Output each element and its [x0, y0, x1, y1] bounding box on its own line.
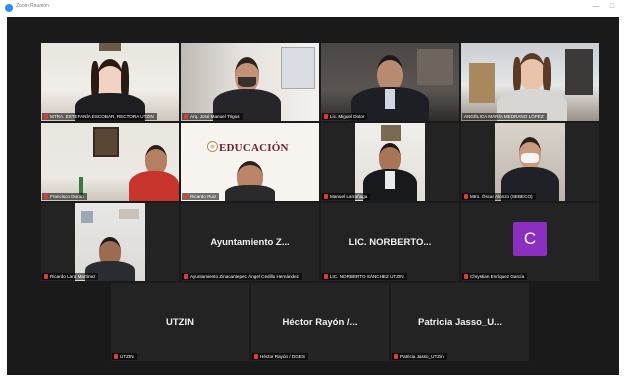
participant-name-label: Manuel Larrañaga [322, 193, 371, 200]
participant-display-name: Patricia Jasso_U... [418, 317, 502, 329]
participant-name-label: UTZIN [112, 353, 137, 360]
video-tile-4[interactable]: ANGÉLICA MARÍA MEDRANO LÓPEZ [461, 43, 599, 121]
mic-muted-icon [464, 273, 468, 279]
participant-name-label: Ricardo Lara Martínez [42, 273, 99, 280]
mic-muted-icon [184, 273, 188, 279]
participant-name-label: Mtro. Óscar Alonzo (SEBECO) [462, 193, 536, 200]
participant-display-name: Ayuntamiento Z... [210, 237, 290, 249]
participant-name-label: Ayuntamiento Zinacantepec Ángel Cedillo … [182, 273, 302, 280]
participant-name-label: Patricia Jasso_UTZin [392, 353, 447, 360]
video-tile-9[interactable]: Ricardo Lara Martínez [41, 203, 179, 281]
video-tile-6[interactable]: EDUCACIÓN Ricardo Ruiz [181, 123, 319, 201]
mic-muted-icon [184, 193, 188, 199]
video-tile-15[interactable]: Patricia Jasso_U... Patricia Jasso_UTZin [391, 283, 529, 361]
mic-muted-icon [324, 113, 328, 119]
mic-muted-icon [44, 193, 48, 199]
participant-name-label: Lic. Miguel Dotor [322, 113, 368, 120]
mic-muted-icon [44, 273, 48, 279]
mic-muted-icon [254, 353, 258, 359]
maximize-button[interactable]: □ [606, 2, 618, 12]
gallery-view: MTRA. ESTEFANÍA ESCOBAR, RECTORA UTZIN A… [7, 17, 619, 375]
video-tile-8[interactable]: Mtro. Óscar Alonzo (SEBECO) [461, 123, 599, 201]
window-title: Zoom Reunión [16, 3, 49, 9]
mic-muted-icon [114, 353, 118, 359]
participant-name-label: Héctor Rayón / DGES [252, 353, 308, 360]
background-text: EDUCACIÓN [219, 142, 289, 154]
participant-name-label: LIC. NORBERTO SÁNCHEZ UTZIN [322, 273, 407, 280]
minimize-button[interactable]: — [590, 2, 602, 12]
video-tile-7[interactable]: Manuel Larrañaga [321, 123, 459, 201]
mic-muted-icon [394, 353, 398, 359]
zoom-app-icon [5, 4, 13, 12]
participant-name-label: Ricardo Ruiz [182, 193, 220, 200]
participant-avatar: C [513, 221, 547, 256]
video-tile-3[interactable]: Lic. Miguel Dotor [321, 43, 459, 121]
video-tile-12[interactable]: C Chrystian Enríquez García [461, 203, 599, 281]
sep-logo-icon [207, 141, 218, 152]
video-tile-11[interactable]: LIC. NORBERTO... LIC. NORBERTO SÁNCHEZ U… [321, 203, 459, 281]
zoom-window: Zoom Reunión — □ MTRA. ESTEFANÍA ESCOBAR… [0, 0, 626, 382]
mic-muted-icon [324, 193, 328, 199]
mic-muted-icon [324, 273, 328, 279]
participant-name-label: Chrystian Enríquez García [462, 273, 528, 280]
participant-display-name: UTZIN [166, 317, 194, 329]
video-tile-5[interactable]: Francisco Durán [41, 123, 179, 201]
participant-name-label: MTRA. ESTEFANÍA ESCOBAR, RECTORA UTZIN [42, 113, 157, 120]
mic-muted-icon [464, 193, 468, 199]
title-bar: Zoom Reunión — □ [0, 0, 626, 16]
video-tile-10[interactable]: Ayuntamiento Z... Ayuntamiento Zinacante… [181, 203, 319, 281]
participant-name-label: Arq. José Manuel Trigos [182, 113, 243, 120]
video-tile-13[interactable]: UTZIN UTZIN [111, 283, 249, 361]
participant-display-name: Héctor Rayón /... [282, 317, 358, 329]
participant-display-name: LIC. NORBERTO... [348, 237, 432, 249]
video-tile-14[interactable]: Héctor Rayón /... Héctor Rayón / DGES [251, 283, 389, 361]
mic-muted-icon [44, 113, 48, 119]
video-tile-1[interactable]: MTRA. ESTEFANÍA ESCOBAR, RECTORA UTZIN [41, 43, 179, 121]
participant-name-label: ANGÉLICA MARÍA MEDRANO LÓPEZ [462, 113, 547, 120]
video-tile-2[interactable]: Arq. José Manuel Trigos [181, 43, 319, 121]
mic-muted-icon [184, 113, 188, 119]
participant-name-label: Francisco Durán [42, 193, 87, 200]
